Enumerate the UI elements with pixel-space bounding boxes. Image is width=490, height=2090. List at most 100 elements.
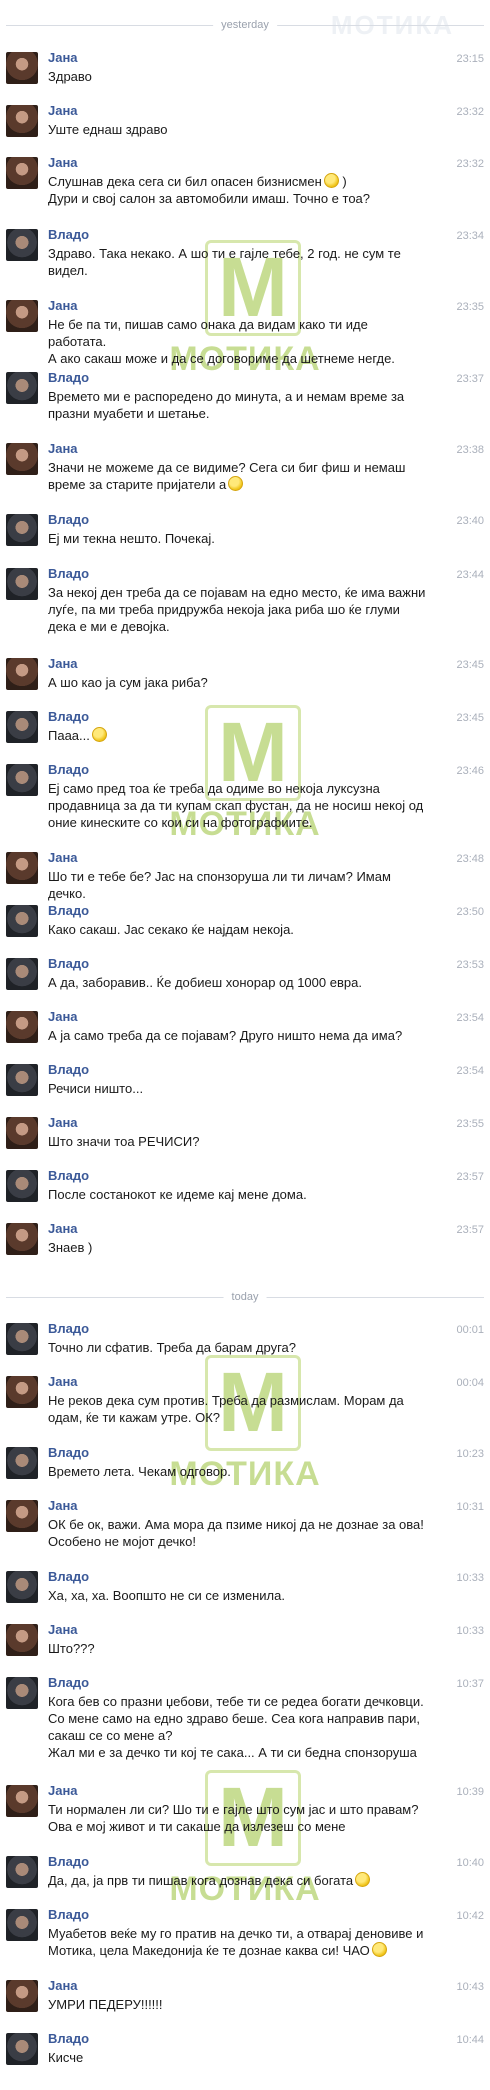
message-text: Знаев ) xyxy=(48,1240,93,1255)
sender-name[interactable]: Владо xyxy=(48,956,89,972)
timestamp: 23:34 xyxy=(456,230,484,242)
timestamp: 10:43 xyxy=(456,1981,484,1993)
message-text: Времето ми е распоредено до минута, а и … xyxy=(48,389,405,421)
timestamp: 10:23 xyxy=(456,1448,484,1460)
avatar[interactable] xyxy=(6,105,38,137)
avatar[interactable] xyxy=(6,52,38,84)
sender-name[interactable]: Јана xyxy=(48,1221,78,1237)
sender-name[interactable]: Владо xyxy=(48,1569,89,1585)
avatar[interactable] xyxy=(6,1909,38,1941)
sender-name[interactable]: Владо xyxy=(48,1445,89,1461)
message-text: Како сакаш. Јас секако ќе најдам некоја. xyxy=(48,922,294,937)
avatar[interactable] xyxy=(6,1856,38,1888)
sender-name[interactable]: Владо xyxy=(48,903,89,919)
avatar[interactable] xyxy=(6,300,38,332)
avatar[interactable] xyxy=(6,764,38,796)
message-text: Кисче xyxy=(48,2050,84,2065)
message-text: А ја само треба да се појавам? Друго ниш… xyxy=(48,1028,403,1043)
avatar[interactable] xyxy=(6,1223,38,1255)
sender-name[interactable]: Владо xyxy=(48,1062,89,1078)
avatar[interactable] xyxy=(6,852,38,884)
timestamp: 23:54 xyxy=(456,1065,484,1077)
sender-name[interactable]: Јана xyxy=(48,656,78,672)
avatar[interactable] xyxy=(6,658,38,690)
sender-name[interactable]: Владо xyxy=(48,1907,89,1923)
sender-name[interactable]: Владо xyxy=(48,1321,89,1337)
avatar[interactable] xyxy=(6,372,38,404)
avatar[interactable] xyxy=(6,1064,38,1096)
sender-name[interactable]: Јана xyxy=(48,1115,78,1131)
avatar[interactable] xyxy=(6,229,38,261)
avatar[interactable] xyxy=(6,958,38,990)
sender-name[interactable]: Владо xyxy=(48,512,89,528)
timestamp: 23:57 xyxy=(456,1171,484,1183)
message-text: Не реков дека сум против. Треба да разми… xyxy=(48,1393,404,1425)
timestamp: 23:46 xyxy=(456,765,484,777)
timestamp: 23:48 xyxy=(456,853,484,865)
sender-name[interactable]: Владо xyxy=(48,1675,89,1691)
message-text: Пааа... xyxy=(48,727,428,744)
sender-name[interactable]: Јана xyxy=(48,850,78,866)
avatar[interactable] xyxy=(6,1677,38,1709)
date-divider-yesterday: yesterday xyxy=(0,18,490,32)
timestamp: 23:32 xyxy=(456,106,484,118)
sender-name[interactable]: Владо xyxy=(48,227,89,243)
timestamp: 10:42 xyxy=(456,1910,484,1922)
avatar[interactable] xyxy=(6,443,38,475)
sender-name[interactable]: Јана xyxy=(48,1978,78,1994)
message-text: Кога бев со празни џебови, тебе ти се ре… xyxy=(48,1694,424,1760)
sender-name[interactable]: Владо xyxy=(48,762,89,778)
sender-name[interactable]: Јана xyxy=(48,50,78,66)
avatar[interactable] xyxy=(6,1624,38,1656)
sender-name[interactable]: Јана xyxy=(48,1009,78,1025)
message-text: Што значи тоа РЕЧИСИ? xyxy=(48,1134,200,1149)
avatar[interactable] xyxy=(6,905,38,937)
smiley-icon xyxy=(91,727,107,742)
sender-name[interactable]: Владо xyxy=(48,370,89,386)
sender-name[interactable]: Владо xyxy=(48,709,89,725)
timestamp: 23:38 xyxy=(456,444,484,456)
divider-label: today xyxy=(223,1290,267,1304)
avatar[interactable] xyxy=(6,157,38,189)
sender-name[interactable]: Јана xyxy=(48,298,78,314)
avatar[interactable] xyxy=(6,568,38,600)
timestamp: 23:44 xyxy=(456,569,484,581)
avatar[interactable] xyxy=(6,1376,38,1408)
sender-name[interactable]: Јана xyxy=(48,1498,78,1514)
sender-name[interactable]: Јана xyxy=(48,1622,78,1638)
smiley-icon xyxy=(355,1872,371,1887)
avatar[interactable] xyxy=(6,1785,38,1817)
timestamp: 10:31 xyxy=(456,1501,484,1513)
avatar[interactable] xyxy=(6,1323,38,1355)
avatar[interactable] xyxy=(6,514,38,546)
message-text: Слушнав дека сега си бил опасен бизнисме… xyxy=(48,173,371,206)
avatar[interactable] xyxy=(6,1117,38,1149)
sender-name[interactable]: Јана xyxy=(48,441,78,457)
sender-name[interactable]: Јана xyxy=(48,1374,78,1390)
timestamp: 10:33 xyxy=(456,1572,484,1584)
avatar[interactable] xyxy=(6,1980,38,2012)
avatar[interactable] xyxy=(6,1500,38,1532)
sender-name[interactable]: Владо xyxy=(48,2031,89,2047)
chat-history: МОТИКА yesterday M МОТИКА M МОТИКА M МОТ… xyxy=(0,0,490,2090)
sender-name[interactable]: Јана xyxy=(48,1783,78,1799)
smiley-icon xyxy=(323,173,339,188)
sender-name[interactable]: Владо xyxy=(48,1854,89,1870)
avatar[interactable] xyxy=(6,2033,38,2065)
timestamp: 23:32 xyxy=(456,158,484,170)
message-text: Точно ли сфатив. Треба да барам друга? xyxy=(48,1340,297,1355)
sender-name[interactable]: Јана xyxy=(48,155,78,171)
sender-name[interactable]: Владо xyxy=(48,566,89,582)
message-text: А шо као ја сум јака риба? xyxy=(48,675,208,690)
avatar[interactable] xyxy=(6,1011,38,1043)
avatar[interactable] xyxy=(6,711,38,743)
message-text: После состанокот ке идеме кај мене дома. xyxy=(48,1187,307,1202)
avatar[interactable] xyxy=(6,1447,38,1479)
timestamp: 00:04 xyxy=(456,1377,484,1389)
message-text: Здраво. Така некако. А шо ти е гајле теб… xyxy=(48,246,401,278)
sender-name[interactable]: Владо xyxy=(48,1168,89,1184)
avatar[interactable] xyxy=(6,1170,38,1202)
sender-name[interactable]: Јана xyxy=(48,103,78,119)
date-divider-today: today xyxy=(0,1290,490,1304)
avatar[interactable] xyxy=(6,1571,38,1603)
